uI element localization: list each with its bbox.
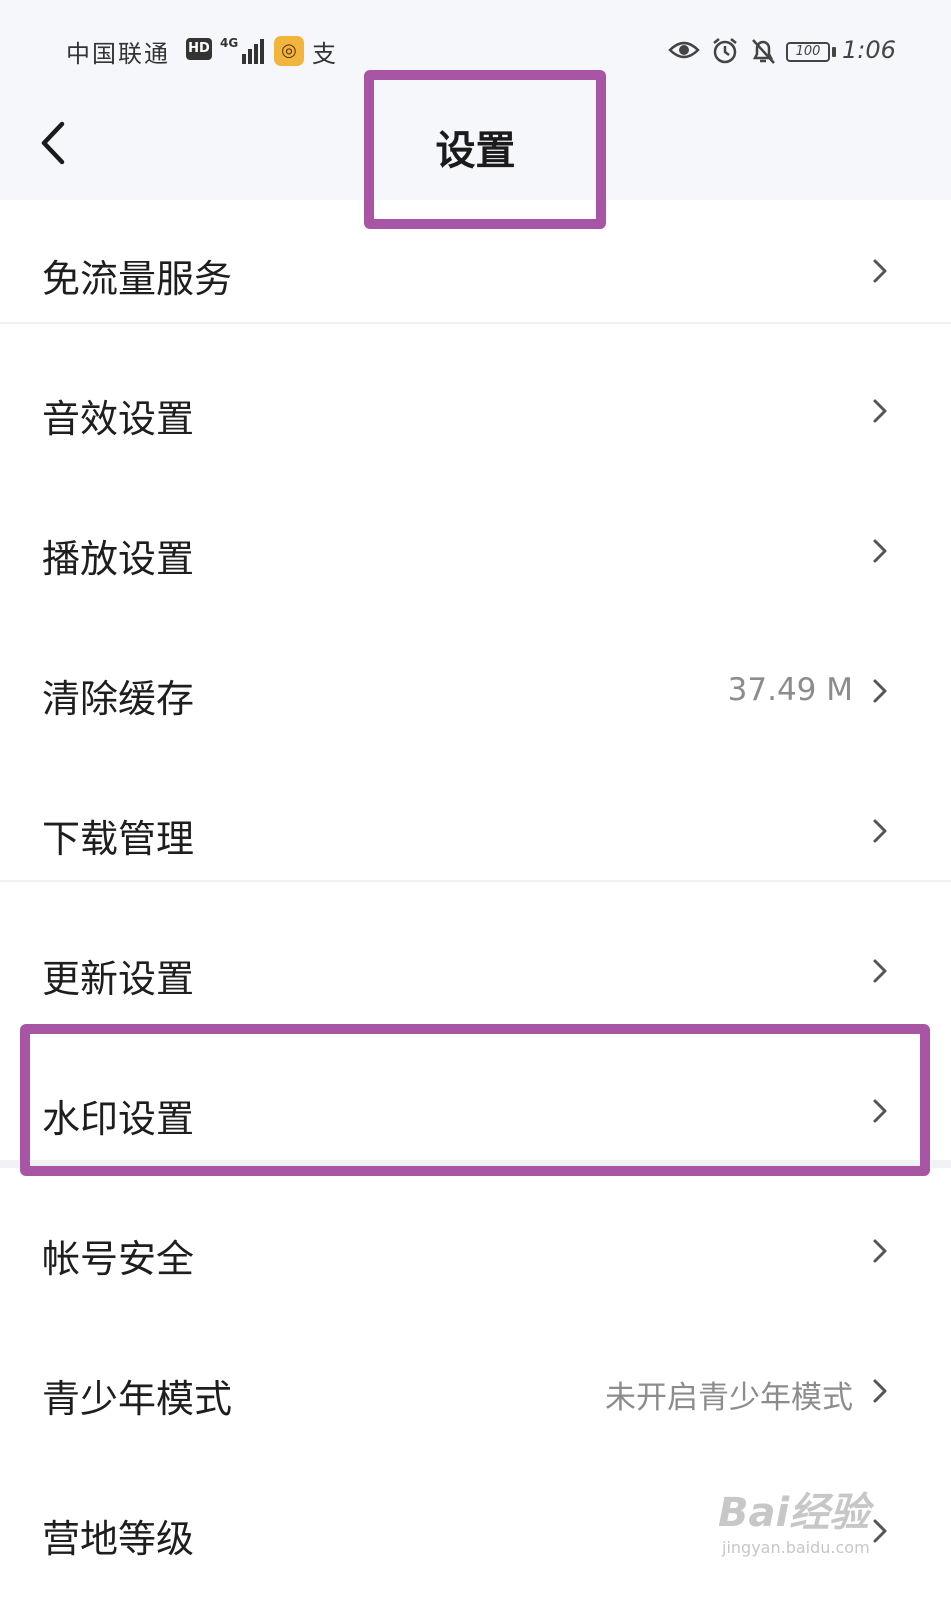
settings-row-clear-cache[interactable]: 清除缓存 37.49 M	[0, 620, 951, 760]
hd-badge: HD	[186, 38, 212, 60]
battery-tip	[832, 47, 836, 57]
watermark-url: jingyan.baidu.com	[722, 1538, 870, 1557]
settings-row-playback[interactable]: 播放设置	[0, 480, 951, 620]
chevron-right-icon	[873, 959, 887, 983]
baidu-watermark: Bai经验 jingyan.baidu.com	[718, 1480, 870, 1557]
battery-icon: 100	[786, 42, 830, 62]
settings-row-free-data[interactable]: 免流量服务	[0, 200, 951, 340]
settings-list: 免流量服务 音效设置 播放设置 清除缓存 37.49 M 下载管理 更新设置 水…	[0, 200, 951, 1600]
settings-row-teen-mode[interactable]: 青少年模式 未开启青少年模式	[0, 1320, 951, 1460]
chevron-right-icon	[873, 819, 887, 843]
carrier-name: 中国联通	[66, 40, 170, 68]
settings-row-downloads[interactable]: 下载管理	[0, 760, 951, 900]
chevron-right-icon	[873, 539, 887, 563]
chevron-right-icon	[873, 679, 887, 703]
teen-mode-status: 未开启青少年模式	[605, 1380, 853, 1416]
divider	[0, 880, 951, 882]
row-label: 下载管理	[42, 817, 195, 861]
cache-size: 37.49 M	[727, 672, 853, 708]
row-label: 更新设置	[42, 957, 195, 1001]
divider	[0, 322, 951, 324]
chevron-right-icon	[873, 1239, 887, 1263]
clock: 1:06	[842, 36, 896, 64]
row-label: 青少年模式	[42, 1377, 233, 1421]
watermark-brand: Bai经验	[718, 1490, 870, 1536]
chevron-right-icon	[873, 1379, 887, 1403]
eye-icon	[668, 41, 700, 59]
row-label: 免流量服务	[42, 257, 233, 301]
settings-row-account-security[interactable]: 帐号安全	[0, 1180, 951, 1320]
row-label: 营地等级	[42, 1517, 195, 1561]
row-label: 音效设置	[42, 397, 195, 441]
row-label: 清除缓存	[42, 677, 195, 721]
chevron-right-icon	[873, 399, 887, 423]
alarm-icon	[713, 38, 737, 64]
signal-icon	[242, 39, 264, 64]
settings-row-updates[interactable]: 更新设置	[0, 900, 951, 1040]
app-notification-icon: ◎	[274, 36, 304, 66]
chevron-right-icon	[873, 259, 887, 283]
row-label: 播放设置	[42, 537, 195, 581]
watermark-row-highlight-box	[20, 1024, 930, 1176]
bell-off-icon	[752, 39, 775, 64]
row-label: 帐号安全	[42, 1237, 195, 1281]
chevron-right-icon	[873, 1519, 887, 1543]
network-type: 4G	[220, 36, 239, 50]
alipay-notification-icon: 支	[312, 40, 336, 68]
settings-row-sound-effects[interactable]: 音效设置	[0, 340, 951, 480]
